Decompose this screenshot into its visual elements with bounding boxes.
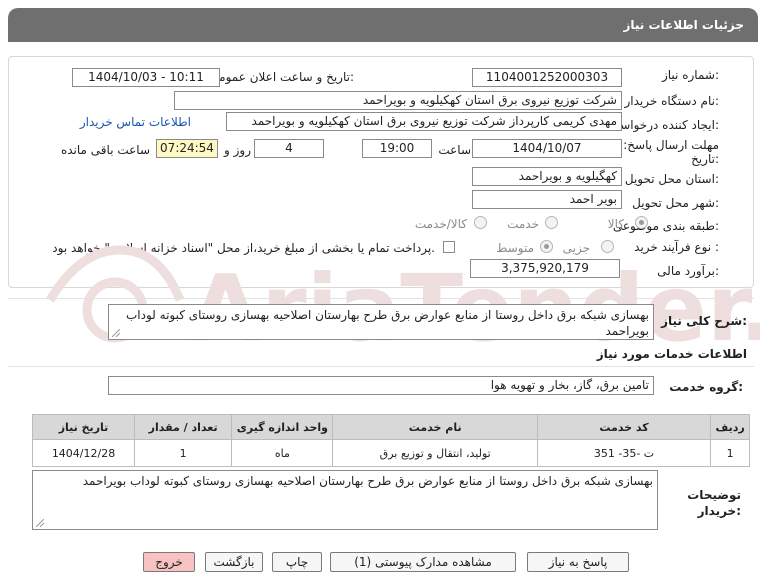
buyer-label: نام دستگاه خریدار:: [624, 94, 720, 108]
province-field[interactable]: کهگیلویه و بویراحمد: [472, 167, 622, 186]
province-label: استان محل تحویل:: [624, 172, 719, 186]
category-option-goods: کالا: [607, 217, 624, 231]
column-header-service-code: کد خدمت: [536, 414, 712, 440]
buyer-notes-textarea[interactable]: بهسازی شبکه برق داخل روستا از منابع عوار…: [32, 470, 658, 530]
table-row[interactable]: 1404/12/28 1 ماه تولید، انتقال و توزیع ب…: [31, 439, 750, 467]
announce-datetime-field[interactable]: 1404/10/03 - 10:11: [72, 68, 220, 87]
announce-label: تاریخ و ساعت اعلان عمومی:: [209, 70, 354, 84]
category-label: طبقه بندی موضوعی:: [612, 219, 719, 233]
city-label: شهر محل تحویل:: [632, 196, 719, 210]
deadline-date-field[interactable]: 1404/10/07: [472, 139, 622, 158]
service-group-label: گروه خدمت:: [669, 380, 743, 394]
buyer-notes-text: بهسازی شبکه برق داخل روستا از منابع عوار…: [82, 474, 653, 488]
process-radio-minor[interactable]: [601, 240, 614, 253]
buyer-contact-link[interactable]: اطلاعات تماس خریدار: [80, 115, 191, 129]
cell-quantity: 1: [134, 439, 233, 467]
days-label: روز و: [224, 143, 251, 157]
requester-field[interactable]: مهدی کریمی کارپرداز شرکت توزیع نیروی برق…: [226, 112, 622, 131]
resize-grip-icon[interactable]: [112, 329, 120, 337]
page-title: جزئیات اطلاعات نیاز: [623, 18, 744, 32]
view-attachments-button[interactable]: مشاهده مدارک پیوستی (1): [330, 552, 516, 572]
category-option-service: خدمت: [507, 217, 539, 231]
process-option-medium: متوسط: [496, 241, 534, 255]
cell-unit: ماه: [231, 439, 334, 467]
estimate-field[interactable]: 3,375,920,179: [470, 259, 620, 278]
treasury-payment-checkbox[interactable]: [443, 241, 455, 253]
process-label: نوع فرآیند خرید :: [634, 240, 719, 254]
summary-text: بهسازی شبکه برق داخل روستا از منابع عوار…: [126, 308, 649, 338]
divider: [8, 366, 754, 367]
process-radio-medium[interactable]: [540, 240, 553, 253]
column-header-service-name: نام خدمت: [332, 414, 538, 440]
column-header-unit: واحد اندازه گیری: [231, 414, 334, 440]
column-header-need-date: تاریخ نیاز: [31, 414, 136, 440]
category-radio-service[interactable]: [545, 216, 558, 229]
cell-service-name: تولید، انتقال و توزیع برق: [332, 439, 538, 467]
category-radio-goods[interactable]: [635, 216, 648, 229]
column-header-row: ردیف: [710, 414, 750, 440]
remaining-time-field: 07:24:54: [156, 139, 218, 158]
reply-button[interactable]: پاسخ به نیاز: [527, 552, 629, 572]
deadline-label: مهلت ارسال پاسخ: تا: [612, 138, 719, 152]
buyer-field[interactable]: شرکت توزیع نیروی برق استان کهکیلویه و بو…: [174, 91, 622, 110]
remaining-label: ساعت باقی مانده: [60, 143, 150, 157]
divider: [8, 298, 754, 299]
estimate-label: برآورد مالی:: [657, 264, 719, 278]
print-button[interactable]: چاپ: [272, 552, 322, 572]
notes-label-buyer: خریدار:: [697, 504, 741, 518]
requester-label: ایجاد کننده درخواست:: [608, 118, 719, 132]
city-field[interactable]: بویر احمد: [472, 190, 622, 209]
table-header-row: تاریخ نیاز تعداد / مقدار واحد اندازه گیر…: [31, 414, 750, 440]
summary-label: شرح کلی نیاز:: [661, 314, 747, 328]
process-option-minor: جزیی: [562, 241, 590, 255]
column-header-quantity: تعداد / مقدار: [134, 414, 233, 440]
payment-note: پرداخت تمام یا بخشی از مبلغ خرید،از محل …: [52, 241, 435, 255]
resize-grip-icon[interactable]: [36, 519, 44, 527]
need-number-field[interactable]: 1104001252000303: [472, 68, 622, 87]
cell-need-date: 1404/12/28: [31, 439, 136, 467]
services-table: تاریخ نیاز تعداد / مقدار واحد اندازه گیر…: [31, 414, 750, 467]
service-group-field[interactable]: تامین برق، گاز، بخار و تهویه هوا: [108, 376, 654, 395]
back-button[interactable]: بازگشت: [205, 552, 263, 572]
services-section-title: اطلاعات خدمات مورد نیاز: [596, 347, 747, 361]
cell-service-code: ت -35- 351: [536, 439, 712, 467]
category-radio-goods-service[interactable]: [474, 216, 487, 229]
page-header: جزئیات اطلاعات نیاز: [8, 8, 758, 42]
time-label: ساعت: [438, 143, 471, 157]
need-number-label: شماره نیاز:: [661, 68, 719, 82]
days-field[interactable]: 4: [254, 139, 324, 158]
exit-button[interactable]: خروج: [143, 552, 195, 572]
cell-row-number: 1: [710, 439, 750, 467]
summary-textarea[interactable]: بهسازی شبکه برق داخل روستا از منابع عوار…: [108, 304, 654, 340]
deadline-time-field[interactable]: 19:00: [362, 139, 432, 158]
notes-label: توضیحات: [687, 488, 741, 502]
category-option-goods-service: کالا/خدمت: [414, 217, 467, 231]
deadline-date-label: تاریخ:: [691, 152, 719, 166]
